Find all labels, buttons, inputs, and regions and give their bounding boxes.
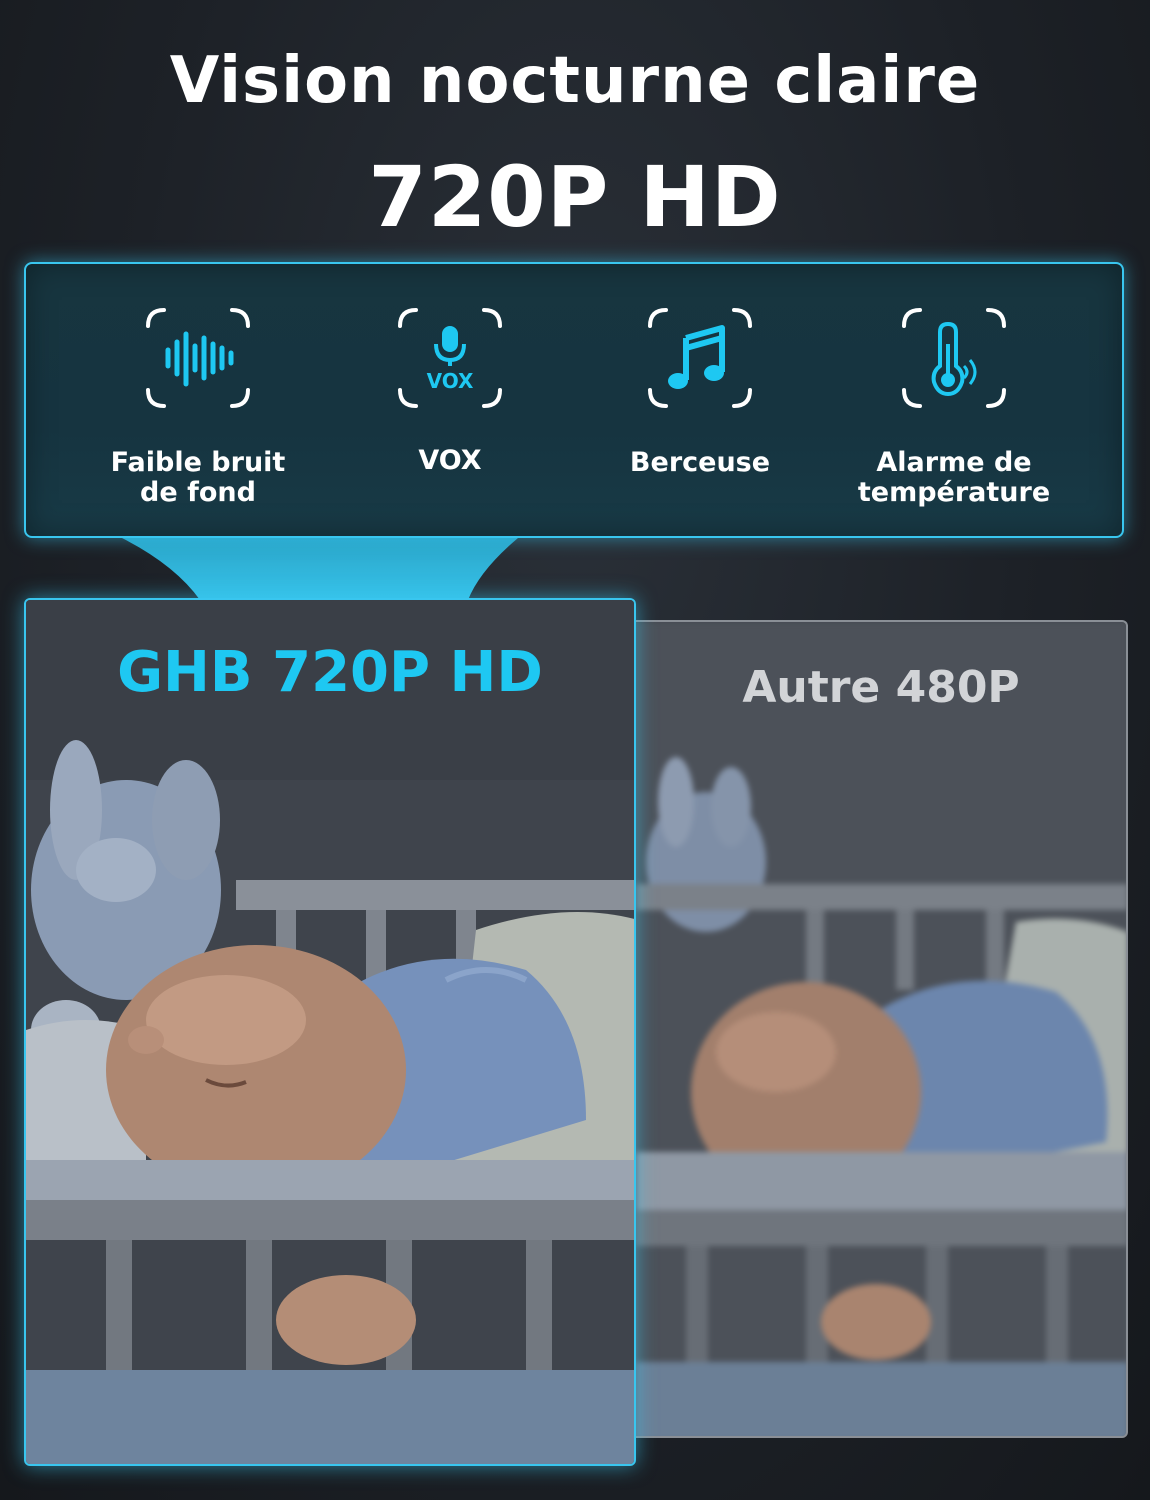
vox-icon-text: VOX [427,369,474,393]
feature-label: Faible bruit de fond [110,447,286,508]
feature-panel: Faible bruit de fond VOX VOX Berceuse Al… [24,262,1124,538]
music-note-icon [646,304,754,412]
thermometer-icon [900,304,1008,412]
sound-wave-icon [144,304,252,412]
baby-crib-scene [26,600,634,1464]
microphone-vox-icon: VOX [396,304,504,412]
feature-vox: VOX VOX [320,304,580,476]
comparison-photo-720p: GHB 720P HD [24,598,636,1466]
feature-low-noise: Faible bruit de fond [68,304,328,508]
feature-label: Alarme de température [857,447,1051,508]
comparison-title-480p: Autre 480P [742,662,1020,713]
baby-crib-scene [636,622,1126,1436]
comparison-photo-480p: Autre 480P [636,620,1128,1438]
feature-label: Berceuse [629,447,771,478]
comparison-title-720p: GHB 720P HD [117,640,543,705]
feature-label: VOX [418,445,482,476]
feature-temperature-alarm: Alarme de température [824,304,1084,508]
feature-lullaby: Berceuse [570,304,830,478]
